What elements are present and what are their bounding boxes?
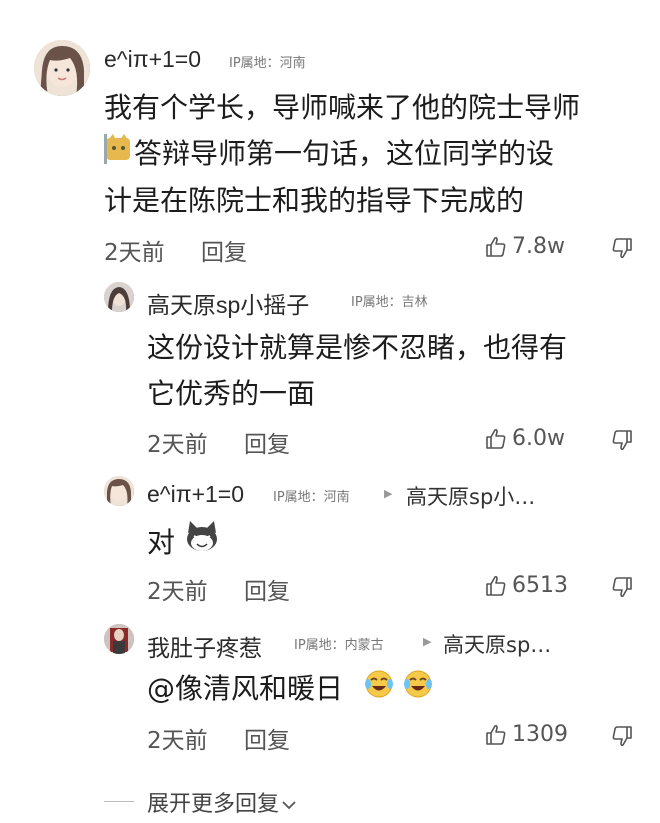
reply-item: 我肚子疼惹 IP属地：内蒙古 ▶ 高天原sp… @像清风和暖日 2天前 回复 1… [0,610,660,770]
timestamp: 2天前 [147,728,208,754]
reply-button[interactable]: 回复 [244,425,290,459]
reply-arrow-icon: ▶ [384,487,393,500]
comment-text: 我有个学长，导师喊来了他的院士导师 答辩导师第一句话，这位同学的设 计是在陈院士… [104,85,580,224]
laughing-cat-emoji-icon [184,521,220,567]
avatar[interactable] [104,624,134,654]
like-button[interactable]: 1309 [484,722,568,747]
dislike-button[interactable] [610,575,634,603]
username[interactable]: e^iπ+1=0 [147,481,244,508]
thumbs-up-icon [486,236,506,257]
avatar-image [104,624,134,654]
reply-item: e^iπ+1=0 IP属地：河南 ▶ 高天原sp小… 对 2天前 回复 6513 [0,460,660,610]
thumbs-down-icon [612,238,632,259]
comment-text: 这份设计就算是惨不忍睹，也得有 它优秀的一面 [147,325,567,417]
avatar-image [104,282,134,312]
thumbs-down-icon [612,726,632,747]
like-button[interactable]: 6513 [484,573,568,598]
reply-button[interactable]: 回复 [244,721,290,755]
comment-line: 答辩导师第一句话，这位同学的设 [134,137,555,170]
thumbs-up-icon [486,724,506,745]
timestamp: 2天前 [147,432,208,458]
expand-more-replies-button[interactable]: 展开更多回复 [147,786,297,818]
reply-button[interactable]: 回复 [244,572,290,606]
avatar[interactable] [34,40,90,96]
comment-line: 这份设计就算是惨不忍睹，也得有 [147,331,568,364]
avatar[interactable] [104,282,134,312]
like-count: 7.8w [512,234,565,259]
comment-line-with-emoji: 答辩导师第一句话，这位同学的设 [104,131,580,178]
username[interactable]: e^iπ+1=0 [104,46,201,73]
avatar[interactable] [104,476,134,506]
thumbs-up-icon [486,575,506,596]
comment-line: @像清风和暖日 [147,672,344,705]
thumbs-down-icon [612,430,632,451]
comment-line: 对 [147,526,176,559]
timestamp: 2天前 [147,579,208,605]
like-count: 6.0w [512,426,565,451]
divider [104,801,134,802]
username[interactable]: 我肚子疼惹 [147,629,262,663]
comment-line: 它优秀的一面 [147,377,316,410]
dislike-button[interactable] [610,236,634,264]
tears-of-joy-emoji-icon [364,667,394,713]
reply-target-username[interactable]: 高天原sp… [443,629,551,659]
reply-target-username[interactable]: 高天原sp小… [406,481,535,511]
reply-button[interactable]: 回复 [201,233,247,267]
username[interactable]: 高天原sp小摇子 [147,286,309,320]
comment-text: @像清风和暖日 [147,666,433,713]
tears-of-joy-emoji-icon [403,667,433,713]
comment-item: e^iπ+1=0 IP属地：河南 我有个学长，导师喊来了他的院士导师 答辩导师第… [0,0,660,270]
expand-more-label: 展开更多回复 [147,792,280,817]
like-button[interactable]: 6.0w [484,426,565,451]
dislike-button[interactable] [610,428,634,456]
comment-line: 计是在陈院士和我的指导下完成的 [104,184,525,217]
like-count: 6513 [512,573,568,598]
avatar-image [34,40,90,96]
reply-arrow-icon: ▶ [423,635,432,648]
ip-location: IP属地：内蒙古 [294,638,384,653]
thumbs-up-icon [486,428,506,449]
cat-emoji-icon [104,132,134,178]
reply-item: 高天原sp小摇子 IP属地：吉林 这份设计就算是惨不忍睹，也得有 它优秀的一面 … [0,270,660,460]
thumbs-down-icon [612,577,632,598]
like-button[interactable]: 7.8w [484,234,565,259]
dislike-button[interactable] [610,724,634,752]
ip-location: IP属地：吉林 [351,295,428,310]
comment-line: 我有个学长，导师喊来了他的院士导师 [104,91,581,124]
like-count: 1309 [512,722,568,747]
ip-location: IP属地：河南 [229,56,306,71]
avatar-image [104,476,134,506]
comment-text: 对 [147,520,220,567]
timestamp: 2天前 [104,240,165,266]
chevron-down-icon [282,801,296,810]
ip-location: IP属地：河南 [273,490,350,505]
